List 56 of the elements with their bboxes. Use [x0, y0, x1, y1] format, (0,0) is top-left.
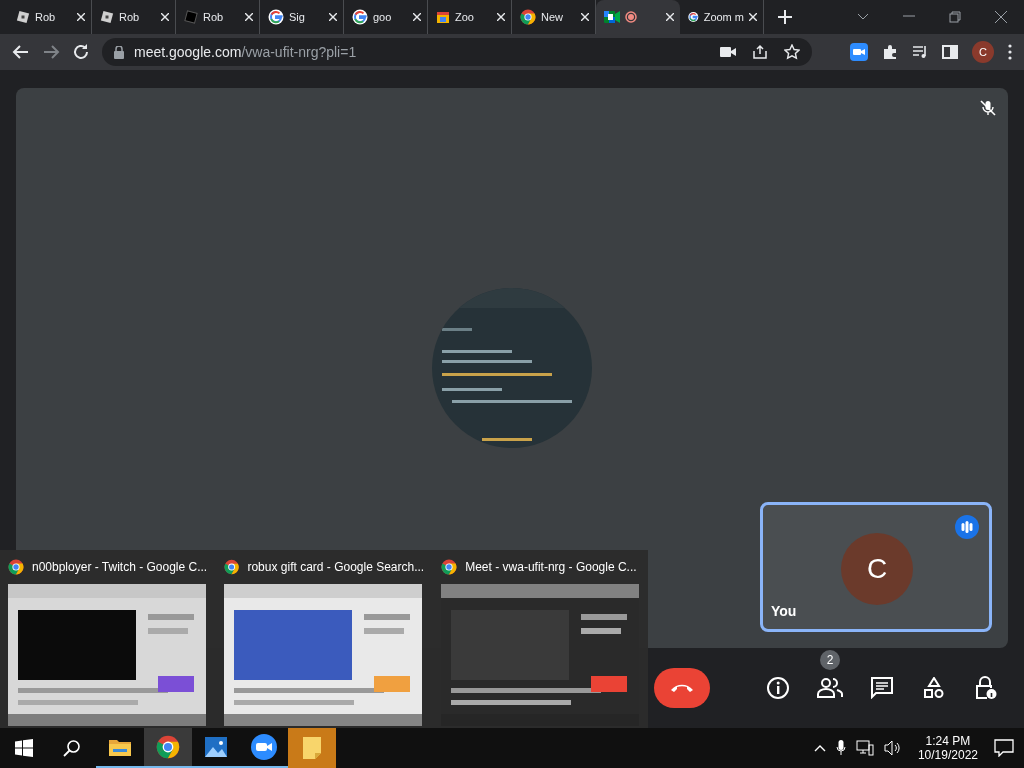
search-icon: [63, 739, 81, 757]
microphone-icon[interactable]: [835, 740, 846, 756]
meet-icon: [604, 10, 620, 24]
sticky-note-icon: [303, 737, 321, 759]
profile-avatar[interactable]: C: [972, 41, 994, 63]
folder-icon: [109, 738, 131, 756]
volume-icon[interactable]: [883, 740, 902, 756]
windows-logo-icon: [15, 739, 33, 757]
participant-name: You: [771, 603, 797, 619]
close-icon[interactable]: [995, 11, 1007, 23]
clock-date[interactable]: 10/19/2022: [917, 748, 978, 762]
share-icon[interactable]: [752, 44, 768, 60]
chrome-icon: [156, 735, 180, 759]
chrome-icon: [441, 559, 458, 575]
restore-icon[interactable]: [949, 11, 961, 23]
network-icon[interactable]: [855, 740, 874, 756]
media-icon[interactable]: [912, 44, 928, 60]
cube-icon: [100, 10, 114, 24]
google-icon: [268, 9, 284, 25]
reload-icon[interactable]: [72, 43, 90, 61]
hang-up-icon: [670, 683, 694, 693]
taskbar-app[interactable]: [144, 728, 192, 768]
notification-icon[interactable]: [994, 739, 1014, 757]
camera-icon[interactable]: [720, 46, 736, 58]
chevron-up-icon[interactable]: [813, 744, 826, 752]
url-text[interactable]: meet.google.com/vwa-ufit-nrg?pli=1: [134, 44, 357, 60]
menu-icon[interactable]: [1008, 44, 1012, 60]
chat-button[interactable]: [868, 674, 896, 702]
lock-icon[interactable]: [114, 45, 124, 59]
puzzle-icon[interactable]: [882, 44, 898, 60]
back-icon[interactable]: [12, 43, 30, 61]
browser-tab[interactable]: [596, 0, 680, 34]
calendar-icon: [436, 10, 450, 24]
cube-icon: [184, 10, 198, 24]
google-icon: [352, 9, 368, 25]
window-title[interactable]: n00bployer - Twitch - Google C...: [32, 560, 208, 574]
participant-count: 2: [820, 650, 840, 670]
star-icon[interactable]: [784, 44, 800, 60]
side-panel-icon[interactable]: [942, 44, 958, 60]
chrome-icon: [224, 559, 240, 575]
clock-time[interactable]: 1:24 PM: [925, 734, 971, 748]
info-button[interactable]: [764, 674, 792, 702]
google-icon: [688, 9, 699, 25]
photos-icon: [205, 737, 227, 757]
zoom-icon: [251, 734, 277, 760]
window-title[interactable]: robux gift card - Google Search...: [247, 560, 425, 574]
end-call-button[interactable]: [654, 668, 710, 708]
zoom-icon[interactable]: [850, 43, 868, 61]
chevron-icon[interactable]: [857, 11, 869, 21]
recording-icon: [625, 11, 637, 23]
chrome-icon: [520, 9, 536, 25]
window-title[interactable]: Meet - vwa-ufit-nrg - Google C...: [465, 560, 637, 574]
avatar: C: [841, 533, 913, 605]
chrome-icon: [8, 559, 24, 575]
cube-icon: [16, 10, 30, 24]
forward-icon[interactable]: [42, 43, 60, 61]
